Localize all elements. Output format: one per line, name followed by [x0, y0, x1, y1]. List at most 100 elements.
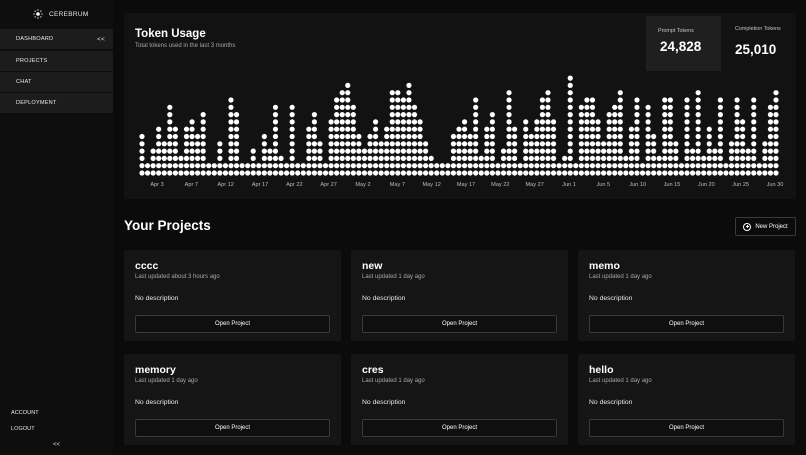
chart-bar	[517, 163, 523, 176]
chart-dot	[767, 148, 774, 154]
chart-dot	[350, 155, 356, 161]
chart-dot	[662, 155, 668, 161]
chart-dot	[734, 126, 740, 132]
sidebar-item-deployment[interactable]: DEPLOYMENT	[0, 93, 113, 113]
chart-dot	[267, 170, 273, 176]
chart-dot	[400, 163, 406, 169]
chart-dot	[545, 155, 551, 161]
project-name: hello	[589, 364, 614, 376]
logout-link[interactable]: LOGOUT	[11, 426, 35, 432]
chart-dot	[717, 155, 723, 161]
chart-dot	[161, 155, 167, 161]
chart-dot	[150, 148, 156, 154]
open-project-button[interactable]: Open Project	[589, 419, 784, 437]
chart-dot	[195, 133, 201, 140]
chart-dot	[539, 155, 546, 161]
chart-bar	[628, 126, 634, 176]
chart-dot	[417, 126, 423, 132]
chart-dot	[734, 97, 740, 103]
chart-dot	[339, 133, 345, 140]
chart-dot	[589, 163, 596, 169]
chart-dot	[400, 155, 406, 161]
chart-dot	[167, 141, 173, 147]
chart-dot	[167, 112, 173, 118]
chart-dot	[606, 119, 612, 125]
chart-dot	[389, 141, 395, 147]
chart-dot	[689, 163, 696, 169]
open-project-button[interactable]: Open Project	[589, 315, 784, 333]
sidebar-item-projects[interactable]: PROJECTS	[0, 51, 113, 71]
chart-dot	[595, 133, 601, 140]
chart-dot	[456, 148, 462, 154]
chart-dot	[767, 104, 774, 110]
chart-bar	[578, 104, 584, 176]
chart-dot	[623, 155, 629, 161]
sidebar-item-label: CHAT	[16, 79, 32, 85]
chart-dot	[461, 126, 468, 132]
chart-dot	[523, 126, 529, 132]
account-link[interactable]: ACCOUNT	[11, 410, 39, 416]
chart-dot	[489, 148, 495, 154]
chart-dot	[717, 170, 723, 176]
chart-dot	[751, 126, 757, 132]
chart-dot	[200, 126, 206, 132]
brand[interactable]: CEREBRUM	[33, 9, 89, 19]
chart-dot	[261, 170, 267, 176]
chart-dot	[484, 133, 490, 140]
collapse-sidebar-bottom-button[interactable]: <<	[53, 442, 60, 448]
chart-dot	[751, 155, 757, 161]
chart-dot	[706, 126, 712, 132]
chart-dot	[339, 155, 345, 161]
chart-dot	[261, 141, 267, 147]
chart-dot	[500, 148, 507, 154]
chart-dot	[189, 119, 195, 125]
chart-dot	[228, 133, 234, 140]
chart-dot	[345, 119, 351, 125]
chart-bar	[144, 163, 151, 176]
open-project-button[interactable]: Open Project	[362, 419, 557, 437]
chart-dot	[156, 148, 162, 154]
chart-dot	[651, 133, 657, 140]
project-card: new Last updated 1 day ago No descriptio…	[351, 250, 568, 341]
project-description: No description	[362, 295, 406, 302]
chart-bar	[539, 97, 546, 176]
chart-bar	[756, 163, 762, 176]
chart-dot	[361, 163, 368, 169]
chart-dot	[389, 148, 395, 154]
chart-dot	[200, 141, 206, 147]
sidebar-item-chat[interactable]: CHAT	[0, 72, 113, 92]
chart-dot	[506, 126, 512, 132]
chart-dot	[506, 141, 512, 147]
chart-dot	[517, 170, 523, 176]
chart-dot	[195, 155, 201, 161]
chart-dot	[395, 170, 401, 176]
chart-bar	[662, 97, 668, 176]
chart-dot	[523, 133, 529, 140]
chart-dot	[406, 104, 412, 110]
chart-bar	[261, 133, 267, 176]
chart-bar	[428, 155, 434, 176]
chart-dot	[539, 97, 546, 103]
chart-dot	[150, 155, 156, 161]
chart-dot	[539, 170, 546, 176]
chart-dot	[461, 155, 468, 161]
sidebar-item-dashboard[interactable]: DASHBOARD <<	[0, 29, 113, 49]
chart-dot	[662, 119, 668, 125]
open-project-button[interactable]: Open Project	[135, 419, 330, 437]
chart-dot	[328, 163, 334, 169]
chart-dot	[684, 133, 690, 140]
open-project-button[interactable]: Open Project	[362, 315, 557, 333]
new-project-button[interactable]: New Project	[735, 217, 796, 236]
chart-dot	[322, 163, 329, 169]
open-project-button[interactable]: Open Project	[135, 315, 330, 333]
chart-dot	[651, 148, 657, 154]
chart-dot	[489, 141, 495, 147]
chart-dot	[484, 141, 490, 147]
chart-bar	[439, 163, 445, 176]
chart-dot	[623, 170, 629, 176]
chart-dot	[372, 119, 379, 125]
chart-dot	[167, 133, 173, 140]
chart-dot	[272, 148, 279, 154]
chart-dot	[673, 148, 679, 154]
collapse-sidebar-button[interactable]: <<	[97, 36, 105, 43]
